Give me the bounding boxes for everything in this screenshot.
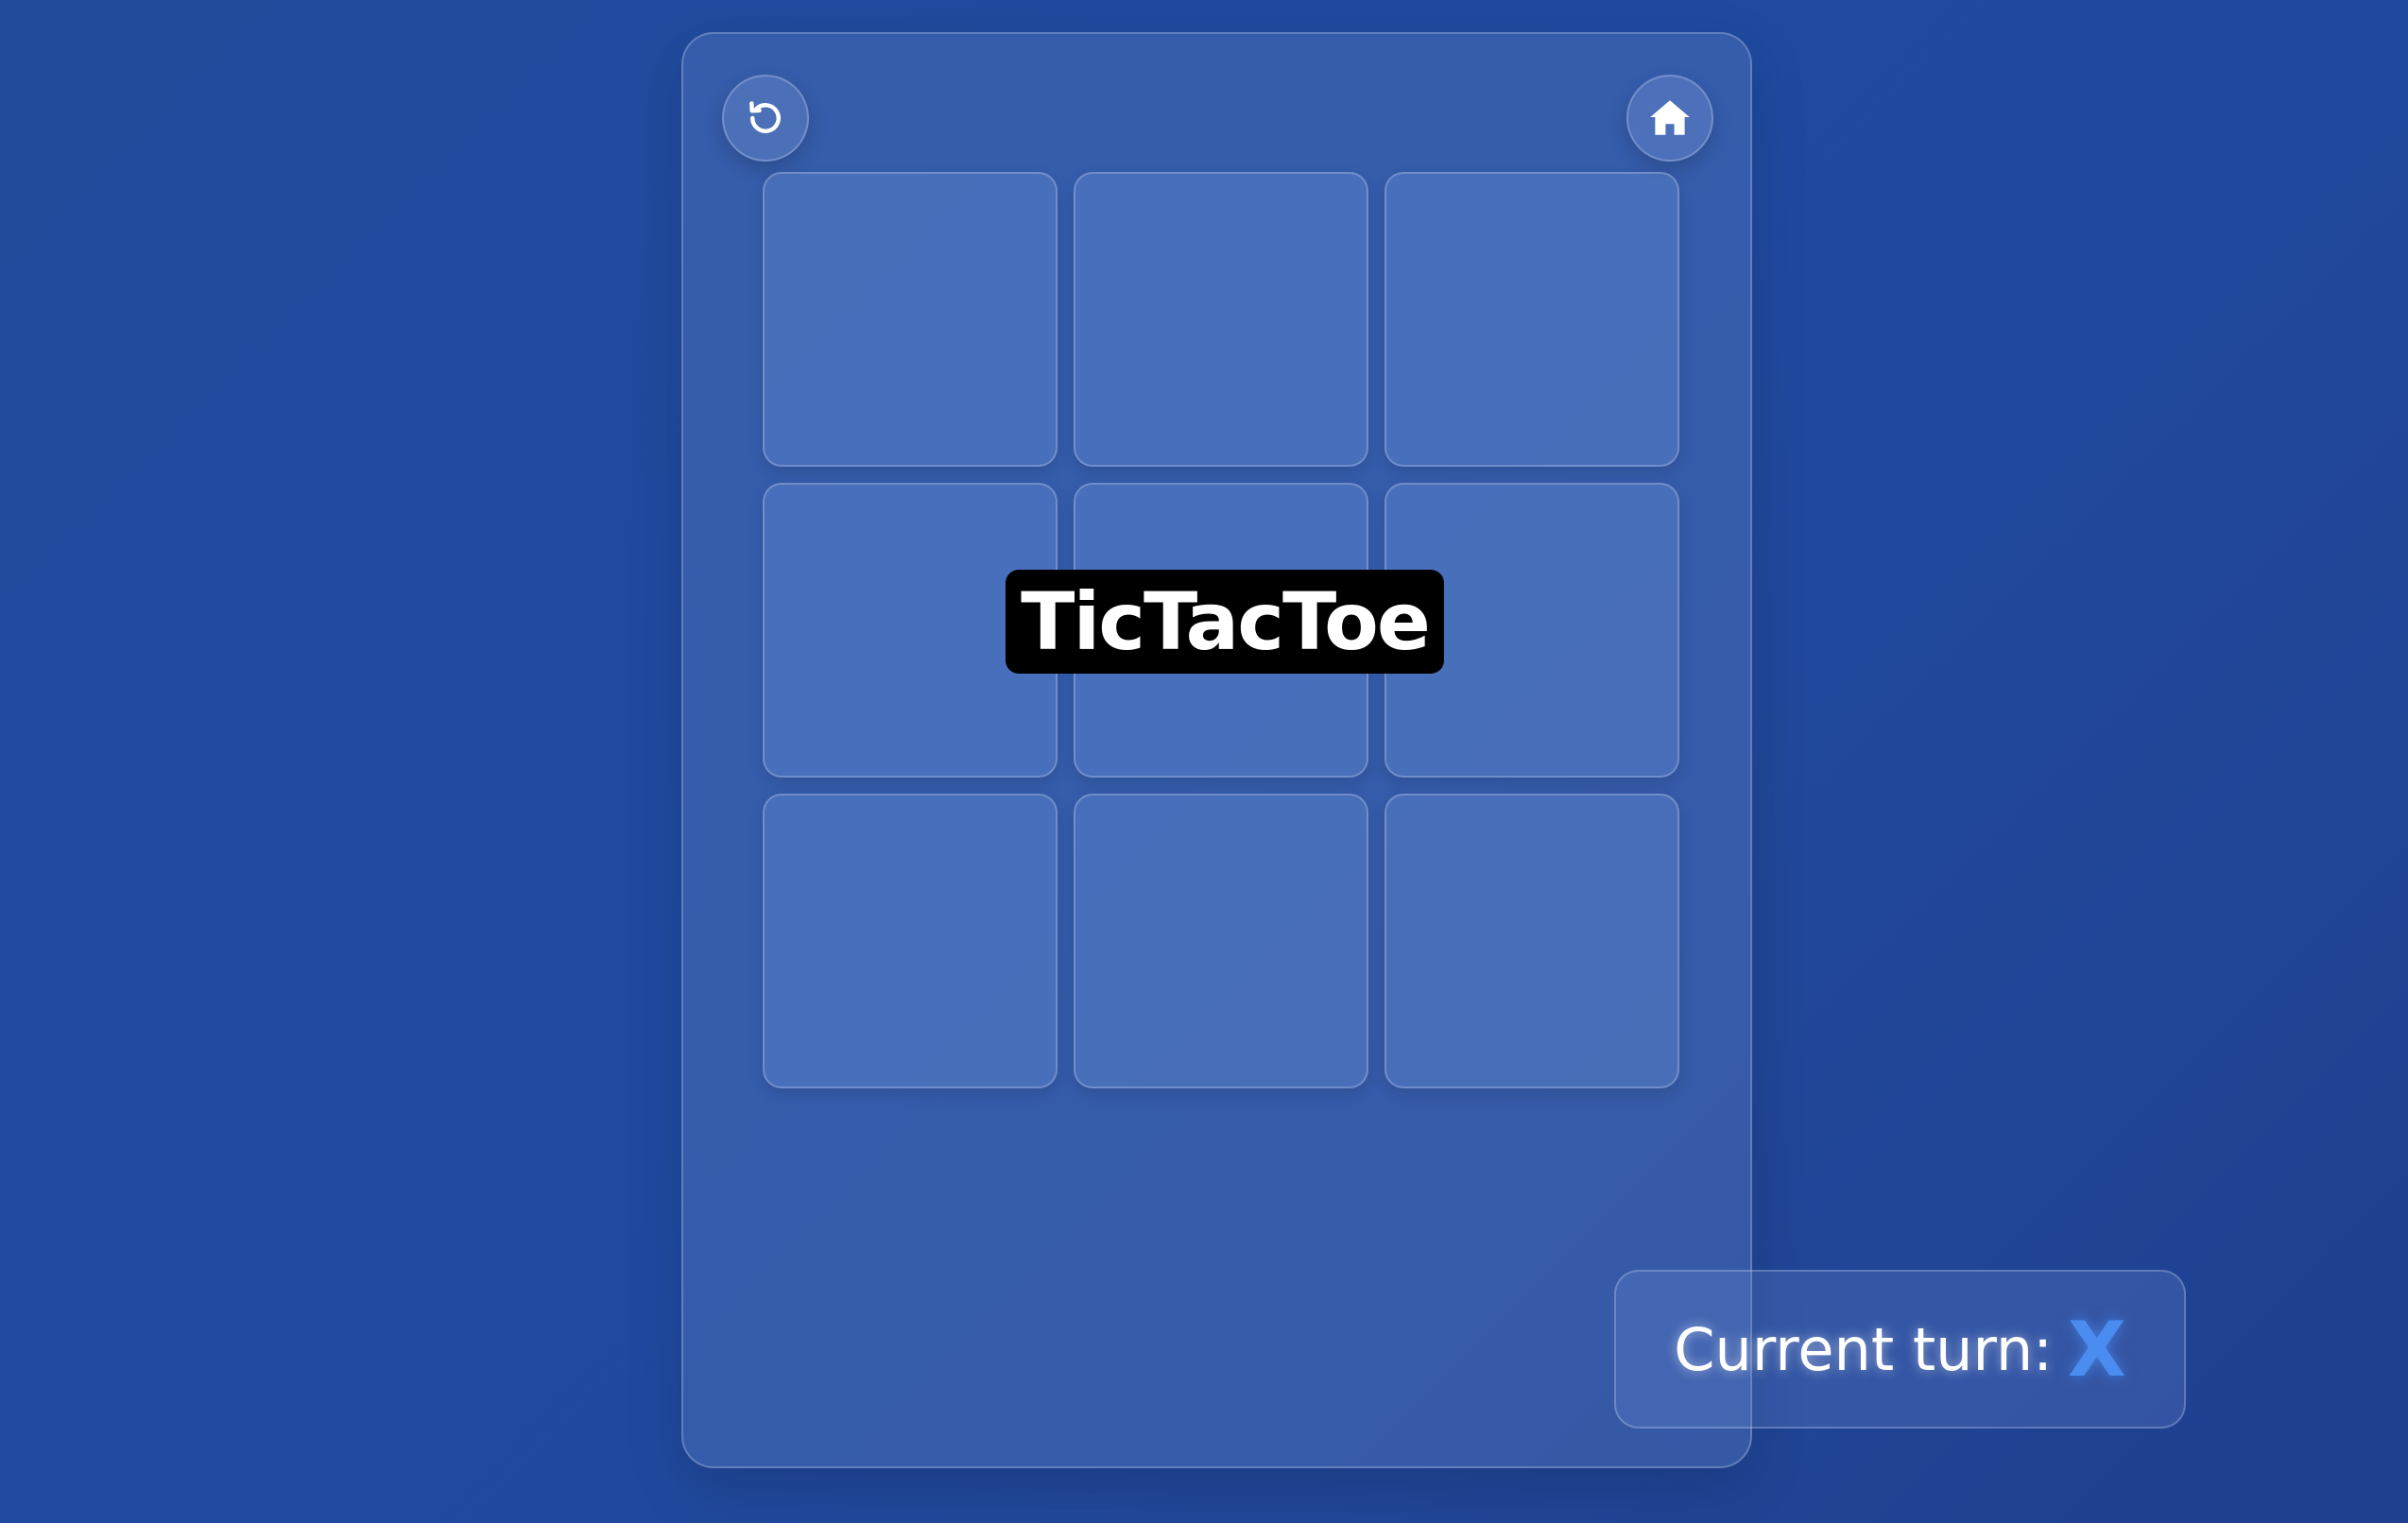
turn-status: Current turn: X [1614, 1270, 2186, 1429]
board-cell-8[interactable] [1074, 794, 1368, 1088]
turn-status-label: Current turn: [1674, 1314, 2054, 1384]
game-title: TicTacToe [1006, 570, 1444, 674]
game-card: Current turn: X [681, 32, 2186, 1468]
home-icon [1650, 100, 1690, 135]
board-cell-1[interactable] [763, 172, 1058, 467]
restart-button[interactable] [722, 75, 809, 162]
board-cell-3[interactable] [1385, 172, 1679, 467]
restart-icon [749, 101, 781, 133]
board-cell-9[interactable] [1385, 794, 1679, 1088]
home-button[interactable] [1626, 75, 1713, 162]
board-cell-7[interactable] [763, 794, 1058, 1088]
board-cell-2[interactable] [1074, 172, 1368, 467]
current-player: X [2068, 1305, 2126, 1394]
